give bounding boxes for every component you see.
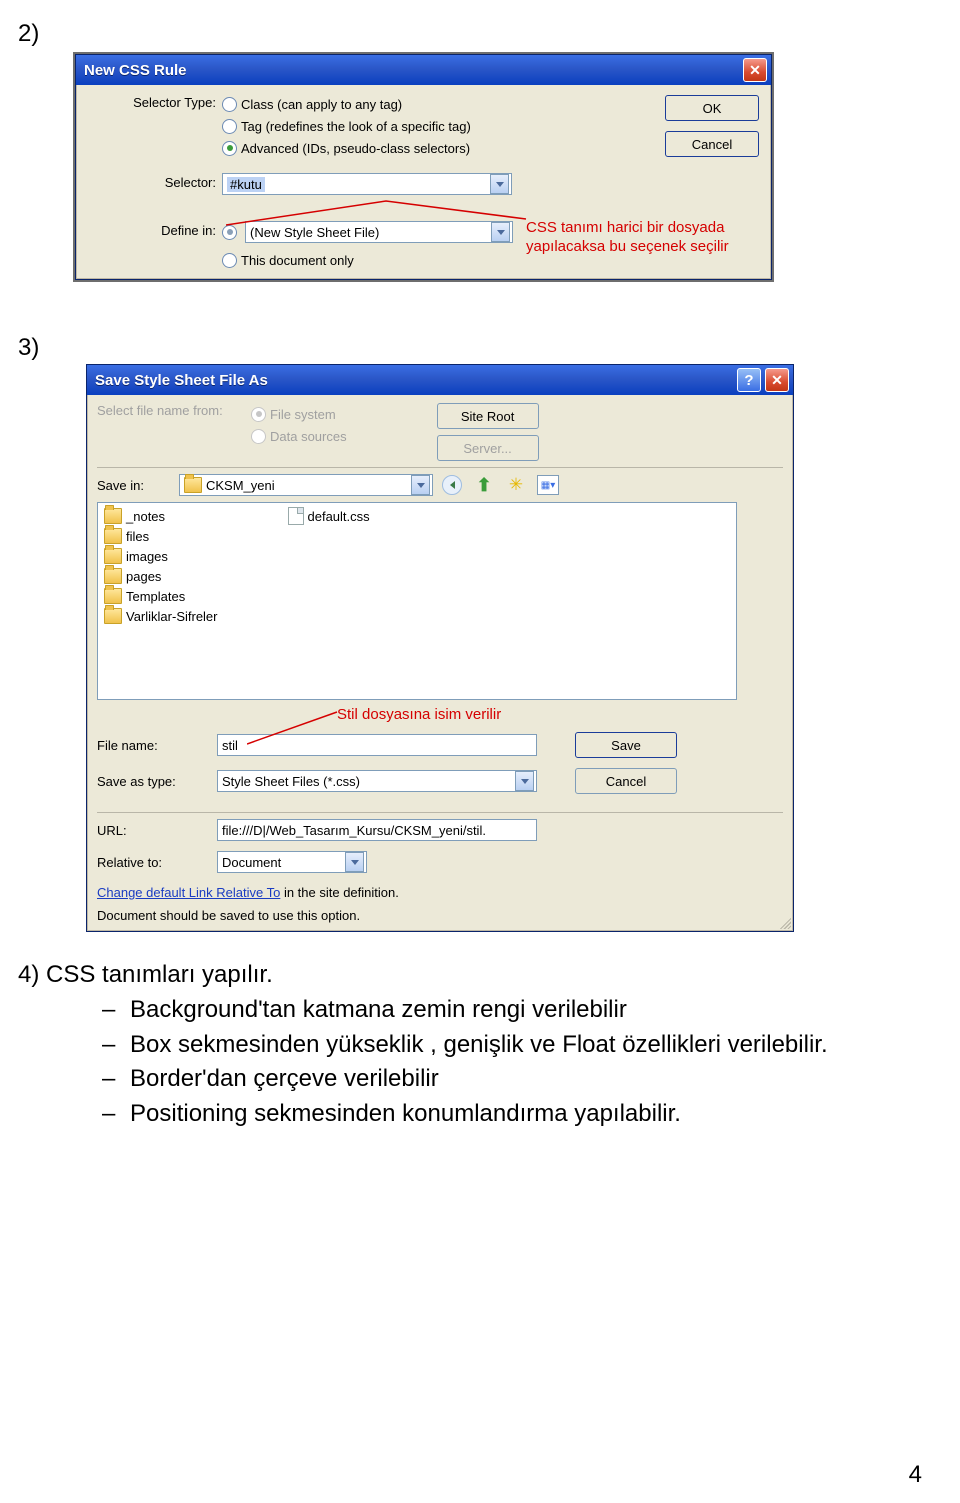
bullet-item: Box sekmesinden yükseklik , genişlik ve …: [130, 1028, 828, 1063]
radio-this-document[interactable]: [222, 253, 237, 268]
relative-to-label: Relative to:: [97, 855, 217, 870]
radio-new-file[interactable]: [222, 225, 237, 240]
save-in-value: CKSM_yeni: [206, 478, 275, 493]
selector-value: #kutu: [227, 177, 265, 192]
back-icon[interactable]: [441, 474, 463, 496]
radio-tag[interactable]: [222, 119, 237, 134]
separator: [97, 467, 783, 468]
up-folder-icon[interactable]: ⬆: [473, 474, 495, 496]
server-label: Server...: [463, 441, 511, 456]
help-icon[interactable]: ?: [737, 368, 761, 392]
dialog-title: New CSS Rule: [84, 62, 187, 79]
site-root-button[interactable]: Site Root: [437, 403, 539, 429]
folder-icon: [104, 548, 122, 564]
list-item: Templates: [104, 587, 218, 605]
annotation-define-in: CSS tanımı harici bir dosyada yapılacaks…: [526, 219, 776, 257]
radio-data-sources-label: Data sources: [270, 429, 347, 444]
radio-data-sources: [251, 429, 266, 444]
list-item: images: [104, 547, 218, 565]
selector-type-label: Selector Type:: [86, 93, 222, 159]
chevron-down-icon[interactable]: [491, 222, 510, 242]
step-4-heading: 4) CSS tanımları yapılır.: [18, 958, 942, 993]
save-in-label: Save in:: [97, 478, 179, 493]
folder-icon: [104, 528, 122, 544]
radio-class-label: Class (can apply to any tag): [241, 97, 402, 112]
selector-label: Selector:: [86, 173, 222, 195]
bullet-item: Positioning sekmesinden konumlandırma ya…: [130, 1097, 681, 1132]
new-folder-icon[interactable]: ✳: [505, 474, 527, 496]
chevron-down-icon[interactable]: [490, 174, 509, 194]
select-from-label: Select file name from:: [97, 403, 251, 418]
file-list[interactable]: _notes files images pages Templates Varl…: [97, 502, 737, 700]
folder-icon: [184, 477, 202, 493]
relative-to-combo[interactable]: Document: [217, 851, 367, 873]
save-as-type-combo[interactable]: Style Sheet Files (*.css): [217, 770, 537, 792]
titlebar: New CSS Rule ✕: [76, 55, 771, 85]
titlebar: Save Style Sheet File As ? ✕: [87, 365, 793, 395]
define-in-value: (New Style Sheet File): [250, 225, 379, 240]
site-root-label: Site Root: [461, 409, 514, 424]
url-label: URL:: [97, 823, 217, 838]
bullet-item: Background'tan katmana zemin rengi veril…: [130, 993, 627, 1028]
save-stylesheet-dialog: Save Style Sheet File As ? ✕ Select file…: [86, 364, 794, 932]
list-item: default.css: [288, 507, 370, 525]
ok-button[interactable]: OK: [665, 95, 759, 121]
link-tail: in the site definition.: [280, 885, 399, 900]
radio-advanced[interactable]: [222, 141, 237, 156]
cancel-button[interactable]: Cancel: [665, 131, 759, 157]
selector-combo[interactable]: #kutu: [222, 173, 512, 195]
list-item: Varliklar-Sifreler: [104, 607, 218, 625]
new-css-rule-dialog: New CSS Rule ✕ Selector Type: Class (can: [73, 52, 774, 282]
radio-advanced-label: Advanced (IDs, pseudo-class selectors): [241, 141, 470, 156]
step-2-label: 2): [18, 20, 942, 48]
cancel-button[interactable]: Cancel: [575, 768, 677, 794]
cancel-button-label: Cancel: [692, 137, 732, 152]
folder-icon: [104, 588, 122, 604]
page-number: 4: [909, 1461, 922, 1489]
folder-icon: [104, 608, 122, 624]
list-item: files: [104, 527, 218, 545]
radio-file-system: [251, 407, 266, 422]
folder-icon: [104, 508, 122, 524]
define-in-combo[interactable]: (New Style Sheet File): [245, 221, 513, 243]
save-in-combo[interactable]: CKSM_yeni: [179, 474, 433, 496]
list-item: _notes: [104, 507, 218, 525]
save-as-type-label: Save as type:: [97, 774, 217, 789]
separator: [97, 812, 783, 813]
relative-to-value: Document: [222, 855, 281, 870]
file-name-input[interactable]: stil: [217, 734, 537, 756]
cancel-button-label: Cancel: [606, 774, 646, 789]
step-3-label: 3): [18, 334, 942, 362]
css-file-icon: [288, 507, 304, 525]
close-icon[interactable]: ✕: [743, 58, 767, 82]
chevron-down-icon[interactable]: [345, 852, 364, 872]
change-default-link[interactable]: Change default Link Relative To: [97, 885, 280, 900]
bullet-item: Border'dan çerçeve verilebilir: [130, 1062, 439, 1097]
radio-file-system-label: File system: [270, 407, 336, 422]
define-in-label: Define in:: [86, 221, 222, 271]
save-button-label: Save: [611, 738, 641, 753]
save-button[interactable]: Save: [575, 732, 677, 758]
chevron-down-icon[interactable]: [411, 475, 430, 495]
dialog-title: Save Style Sheet File As: [95, 372, 268, 389]
annotation-file-name: Stil dosyasına isim verilir: [337, 706, 501, 725]
file-name-value: stil: [222, 738, 238, 753]
folder-icon: [104, 568, 122, 584]
server-button: Server...: [437, 435, 539, 461]
close-icon[interactable]: ✕: [765, 368, 789, 392]
radio-tag-label: Tag (redefines the look of a specific ta…: [241, 119, 471, 134]
resize-grip-icon[interactable]: [777, 915, 791, 929]
view-menu-icon[interactable]: ▦▾: [537, 474, 559, 496]
radio-class[interactable]: [222, 97, 237, 112]
radio-this-document-label: This document only: [241, 253, 354, 268]
chevron-down-icon[interactable]: [515, 771, 534, 791]
save-as-type-value: Style Sheet Files (*.css): [222, 774, 360, 789]
url-input[interactable]: file:///D|/Web_Tasarım_Kursu/CKSM_yeni/s…: [217, 819, 537, 841]
url-value: file:///D|/Web_Tasarım_Kursu/CKSM_yeni/s…: [222, 823, 486, 838]
file-name-label: File name:: [97, 738, 217, 753]
save-note: Document should be saved to use this opt…: [97, 908, 783, 923]
list-item: pages: [104, 567, 218, 585]
ok-button-label: OK: [703, 101, 722, 116]
